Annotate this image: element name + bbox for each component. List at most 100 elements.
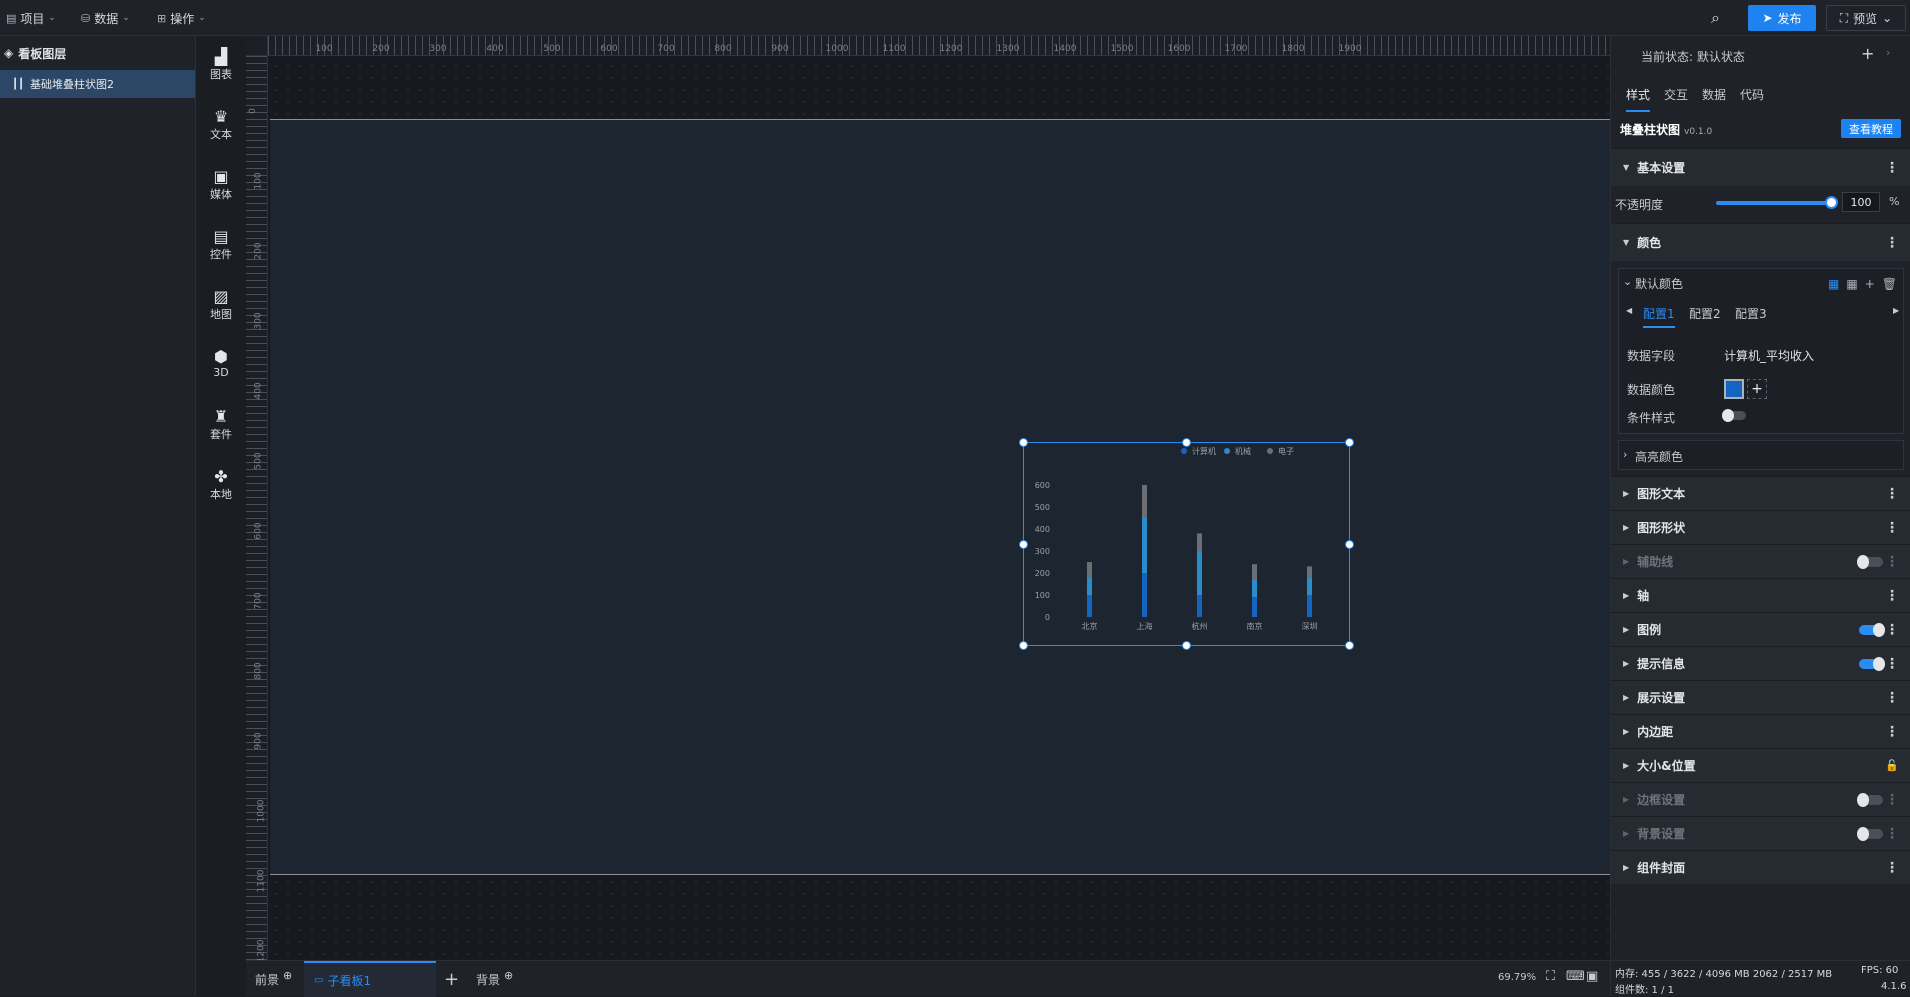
data-field-value[interactable]: 计算机_平均收入 — [1724, 347, 1814, 364]
lock-icon[interactable]: 🔓 — [1885, 759, 1899, 772]
tab-data[interactable]: 数据 — [1702, 86, 1726, 112]
section-label: 背景设置 — [1637, 827, 1686, 841]
config-tab-3[interactable]: 配置3 — [1735, 305, 1767, 322]
more-icon[interactable]: ⋮ — [1885, 235, 1899, 251]
resize-handle-bottom-left[interactable] — [1019, 641, 1028, 650]
opacity-slider-handle[interactable] — [1825, 196, 1838, 209]
highlight-color-group[interactable]: › 高亮颜色 — [1618, 440, 1904, 470]
section-item[interactable]: ▶ 组件封面 ⋮ — [1611, 850, 1910, 884]
conditional-style-toggle[interactable] — [1722, 409, 1746, 422]
tab-background[interactable]: 背景 ⊕ — [476, 961, 513, 997]
ruler-tick-label: 100 — [315, 44, 333, 54]
tab-code[interactable]: 代码 — [1740, 86, 1764, 112]
section-item[interactable]: ▶ 边框设置 ⋮ — [1611, 782, 1910, 816]
horizontal-ruler[interactable]: 100 200 300 400 500 600 700 800 900 1000 1100 1200 1… — [268, 36, 1610, 56]
caret-right-icon[interactable]: ▶ — [1893, 306, 1899, 315]
tab-foreground[interactable]: 前景 ⊕ — [255, 961, 292, 997]
more-icon[interactable]: ⋮ — [1885, 554, 1899, 570]
section-item[interactable]: ▶ 辅助线 ⋮ — [1611, 544, 1910, 578]
tool-text[interactable]: ♛ 文本 — [196, 108, 246, 142]
menu-operation[interactable]: ⊞ 操作 ⌄ — [157, 8, 206, 28]
tool-map[interactable]: ▨ 地图 — [196, 288, 246, 322]
more-icon[interactable]: ⋮ — [1885, 588, 1899, 604]
tab-subboard[interactable]: ▭ 子看板1 — [304, 961, 436, 997]
more-icon[interactable]: ⋮ — [1885, 520, 1899, 536]
tool-local[interactable]: ✤ 本地 — [196, 468, 246, 502]
chart-component[interactable]: 0 100 200 300 400 500 600 北京 上海 杭州 南京 深圳 计算机 机械 电子 — [1019, 438, 1354, 650]
section-item[interactable]: ▶ 轴 ⋮ — [1611, 578, 1910, 612]
section-item[interactable]: ▶ 展示设置 ⋮ — [1611, 680, 1910, 714]
section-toggle[interactable] — [1857, 826, 1883, 841]
keyboard-icon[interactable]: ⌨ — [1566, 969, 1585, 984]
fit-screen-icon[interactable]: ⛶ — [1546, 969, 1555, 984]
more-icon[interactable]: ⋮ — [1885, 622, 1899, 638]
config-tab-1[interactable]: 配置1 — [1643, 305, 1675, 328]
tool-3d[interactable]: ⬢ 3D — [196, 348, 246, 380]
add-state-button[interactable]: + — [1861, 44, 1874, 63]
section-item[interactable]: ▶ 图例 ⋮ — [1611, 612, 1910, 646]
section-color[interactable]: ▼ 颜色 ⋮ — [1611, 223, 1910, 261]
caret-left-icon[interactable]: ◀ — [1626, 306, 1632, 315]
section-toggle[interactable] — [1857, 554, 1883, 569]
section-item[interactable]: ▶ 图形形状 ⋮ — [1611, 510, 1910, 544]
more-icon[interactable]: ⋮ — [1885, 656, 1899, 672]
artboard[interactable] — [270, 119, 1610, 875]
resize-handle-bottom[interactable] — [1182, 641, 1191, 650]
ruler-tick-label: 600 — [253, 522, 264, 540]
add-circle-icon[interactable]: ⊕ — [504, 969, 513, 982]
menu-data[interactable]: ⛁ 数据 ⌄ — [81, 8, 130, 28]
search-icon[interactable]: ⌕ — [1711, 8, 1720, 28]
ruler-tick-label: 300 — [429, 44, 447, 54]
resize-handle-left[interactable] — [1019, 540, 1028, 549]
more-icon[interactable]: ⋮ — [1885, 690, 1899, 706]
section-item[interactable]: ▶ 内边距 ⋮ — [1611, 714, 1910, 748]
publish-button[interactable]: ➤ 发布 — [1748, 5, 1816, 31]
layer-item[interactable]: ┃┃ 基础堆叠柱状图2 — [0, 70, 195, 98]
zoom-level[interactable]: 69.79% — [1498, 972, 1536, 983]
terminal-icon[interactable]: ▣ — [1586, 969, 1598, 984]
more-icon[interactable]: ⋮ — [1885, 486, 1899, 502]
trash-icon[interactable]: 🗑 — [1882, 277, 1897, 291]
chevron-right-icon[interactable]: › — [1886, 46, 1890, 59]
resize-handle-bottom-right[interactable] — [1345, 641, 1354, 650]
resize-handle-top-right[interactable] — [1345, 438, 1354, 447]
resize-handle-right[interactable] — [1345, 540, 1354, 549]
section-basic[interactable]: ▼ 基本设置 ⋮ — [1611, 148, 1910, 186]
section-toggle[interactable] — [1859, 622, 1885, 637]
more-icon[interactable]: ⋮ — [1885, 826, 1899, 842]
resize-handle-top[interactable] — [1182, 438, 1191, 447]
resize-handle-top-left[interactable] — [1019, 438, 1028, 447]
canvas-area[interactable]: 100 200 300 400 500 600 700 800 900 1000 1100 1200 1… — [246, 36, 1610, 960]
section-item[interactable]: ▶ 背景设置 ⋮ — [1611, 816, 1910, 850]
section-item[interactable]: ▶ 图形文本 ⋮ — [1611, 476, 1910, 510]
more-icon[interactable]: ⋮ — [1885, 792, 1899, 808]
tool-widget[interactable]: ▤ 控件 — [196, 228, 246, 262]
tool-chart[interactable]: ▟ 图表 — [196, 48, 246, 82]
opacity-input[interactable]: 100 — [1842, 192, 1880, 212]
section-item[interactable]: ▶ 大小&位置 🔓 — [1611, 748, 1910, 782]
add-board-button[interactable]: + — [444, 961, 459, 997]
layout-icon[interactable]: ▦ — [1828, 277, 1839, 291]
tutorial-button[interactable]: 查看教程 — [1841, 119, 1901, 138]
vertical-ruler[interactable]: 0 100 200 300 400 500 600 700 800 900 1000 1100 1200 — [246, 56, 268, 960]
config-tab-2[interactable]: 配置2 — [1689, 305, 1721, 322]
preview-button[interactable]: ⛶ 预览 ⌄ — [1826, 5, 1906, 31]
more-icon[interactable]: ⋮ — [1885, 724, 1899, 740]
table-icon[interactable]: ▦ — [1846, 277, 1857, 291]
opacity-slider[interactable] — [1716, 201, 1831, 205]
section-toggle[interactable] — [1857, 792, 1883, 807]
more-icon[interactable]: ⋮ — [1885, 160, 1899, 176]
tab-interaction[interactable]: 交互 — [1664, 86, 1688, 112]
color-swatch[interactable] — [1724, 379, 1744, 399]
tab-style[interactable]: 样式 — [1626, 86, 1651, 112]
tool-media[interactable]: ▣ 媒体 — [196, 168, 246, 202]
menu-project[interactable]: ▤ 项目 ⌄ — [6, 8, 56, 28]
add-color-button[interactable]: + — [1747, 379, 1767, 399]
section-item[interactable]: ▶ 提示信息 ⋮ — [1611, 646, 1910, 680]
tool-kit[interactable]: ♜ 套件 — [196, 408, 246, 442]
chevron-down-icon[interactable]: ⌄ — [1623, 275, 1632, 288]
more-icon[interactable]: ⋮ — [1885, 860, 1899, 876]
plus-icon[interactable]: + — [1865, 277, 1875, 291]
section-toggle[interactable] — [1859, 656, 1885, 671]
add-circle-icon[interactable]: ⊕ — [283, 969, 292, 982]
